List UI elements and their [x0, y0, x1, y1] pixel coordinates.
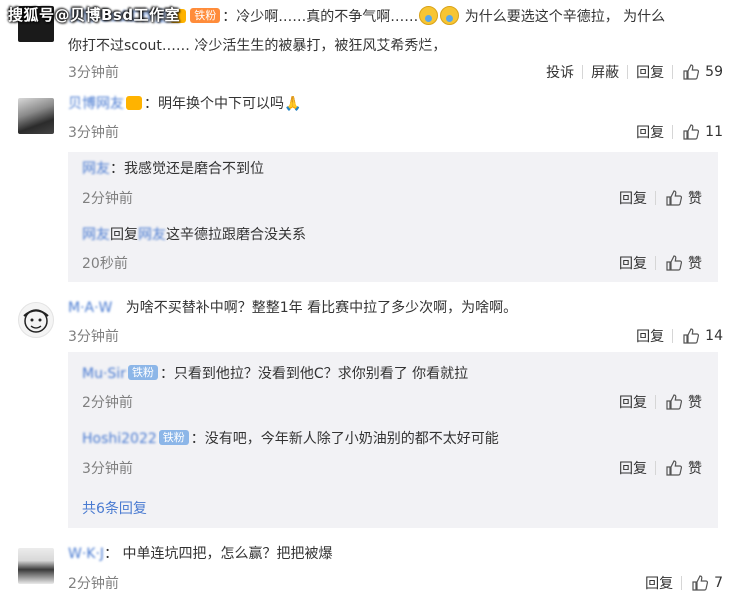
comment-actions: 回复 11	[628, 122, 723, 142]
reply-actions: 回复 赞	[611, 188, 702, 208]
thumbs-up-icon	[666, 255, 682, 271]
timestamp: 3分钟前	[68, 65, 119, 81]
timestamp: 3分钟前	[68, 125, 119, 141]
reply-text: 网友回复网友这辛德拉跟磨合没关系	[82, 227, 306, 243]
like-count: 7	[714, 575, 723, 591]
comment-actions: 回复 14	[628, 326, 723, 346]
username[interactable]: W·K·J	[68, 546, 104, 562]
thumbs-up-icon	[692, 575, 709, 591]
fan-badge: 铁粉	[127, 365, 158, 380]
avatar[interactable]	[18, 548, 54, 584]
reply-thread: Mu·Sir 铁粉 ：只看到他拉？没看到他C？求你别看了 你看就拉 2分钟前 回复 …	[68, 352, 718, 528]
comment-actions: 回复 7	[637, 573, 723, 593]
reply-text: 网友：我感觉还是磨合不到位	[82, 161, 264, 177]
watermark: 搜狐号@贝博Bsd工作室	[8, 6, 181, 24]
reply-button[interactable]: 回复	[628, 326, 672, 346]
reply-button[interactable]: 回复	[611, 458, 655, 478]
fan-badge: 铁粉	[190, 8, 221, 23]
thumbs-up-icon	[683, 328, 700, 344]
report-button[interactable]: 投诉	[538, 62, 582, 82]
like-button[interactable]: 赞	[656, 392, 702, 412]
like-label: 赞	[688, 191, 702, 207]
crying-emoji-icon	[440, 6, 460, 25]
reply-actions: 回复 赞	[611, 458, 702, 478]
thumbs-up-icon	[666, 394, 682, 410]
thumbs-up-icon	[666, 460, 682, 476]
vip-icon	[126, 96, 142, 110]
username[interactable]: Mu·Sir	[82, 366, 126, 382]
reply-target-username[interactable]: 网友	[138, 227, 166, 243]
comment-text-line2: 你打不过scout…… 冷少活生生的被暴打，被狂风艾希秀烂，	[68, 38, 447, 54]
reply-button[interactable]: 回复	[628, 122, 672, 142]
username[interactable]: 网友	[82, 161, 110, 177]
username[interactable]: Hoshi2022	[82, 431, 157, 447]
like-button[interactable]: 赞	[656, 188, 702, 208]
avatar[interactable]	[18, 302, 54, 338]
timestamp: 2分钟前	[68, 576, 119, 592]
like-label: 赞	[688, 395, 702, 411]
like-label: 赞	[688, 256, 702, 272]
avatar[interactable]	[18, 98, 54, 134]
like-count: 14	[705, 328, 723, 344]
thumbs-up-icon	[683, 64, 700, 80]
like-button[interactable]: 14	[673, 328, 723, 344]
username[interactable]: M·A·W	[68, 300, 112, 316]
reply-button[interactable]: 回复	[628, 62, 672, 82]
comment-text: W·K·J： 中单连坑四把，怎么赢？把把被爆	[68, 546, 333, 562]
reply-actions: 回复 赞	[611, 392, 702, 412]
like-button[interactable]: 59	[673, 64, 723, 80]
comment-text: M·A·W 为啥不买替补中啊？整整1年 看比赛中拉了多少次啊，为啥啊。	[68, 300, 518, 316]
timestamp: 2分钟前	[82, 395, 133, 411]
reply-button[interactable]: 回复	[611, 392, 655, 412]
comment-text: 贝博网友 ：明年换个中下可以吗🙏	[68, 96, 302, 112]
more-replies-link[interactable]: 共6条回复	[82, 498, 147, 518]
reply-text: Mu·Sir 铁粉 ：只看到他拉？没看到他C？求你别看了 你看就拉	[82, 365, 469, 382]
reply-button[interactable]: 回复	[611, 188, 655, 208]
like-button[interactable]: 11	[673, 124, 723, 140]
reply-button[interactable]: 回复	[611, 253, 655, 273]
like-count: 59	[705, 64, 723, 80]
reply-text: Hoshi2022 铁粉 ：没有吧，今年新人除了小奶油别的都不太好可能	[82, 430, 499, 447]
username[interactable]: 网友	[82, 227, 110, 243]
avatar-drawing	[23, 309, 49, 333]
like-button[interactable]: 赞	[656, 458, 702, 478]
reply-thread: 网友：我感觉还是磨合不到位 2分钟前 回复 赞 网友回复网友这辛德拉跟磨合没关系…	[68, 152, 718, 282]
timestamp: 3分钟前	[68, 329, 119, 345]
username[interactable]: 贝博网友	[68, 96, 124, 112]
block-button[interactable]: 屏蔽	[583, 62, 627, 82]
reply-button[interactable]: 回复	[637, 573, 681, 593]
thumbs-up-icon	[683, 124, 700, 140]
timestamp: 2分钟前	[82, 191, 133, 207]
comment-actions: 投诉 屏蔽 回复 59	[538, 62, 723, 82]
reply-actions: 回复 赞	[611, 253, 702, 273]
like-button[interactable]: 7	[682, 575, 723, 591]
thumbs-up-icon	[666, 190, 682, 206]
timestamp: 20秒前	[82, 256, 128, 272]
timestamp: 3分钟前	[82, 461, 133, 477]
like-button[interactable]: 赞	[656, 253, 702, 273]
fan-badge: 铁粉	[158, 430, 189, 445]
like-label: 赞	[688, 461, 702, 477]
crying-emoji-icon	[419, 6, 439, 25]
like-count: 11	[705, 124, 723, 140]
